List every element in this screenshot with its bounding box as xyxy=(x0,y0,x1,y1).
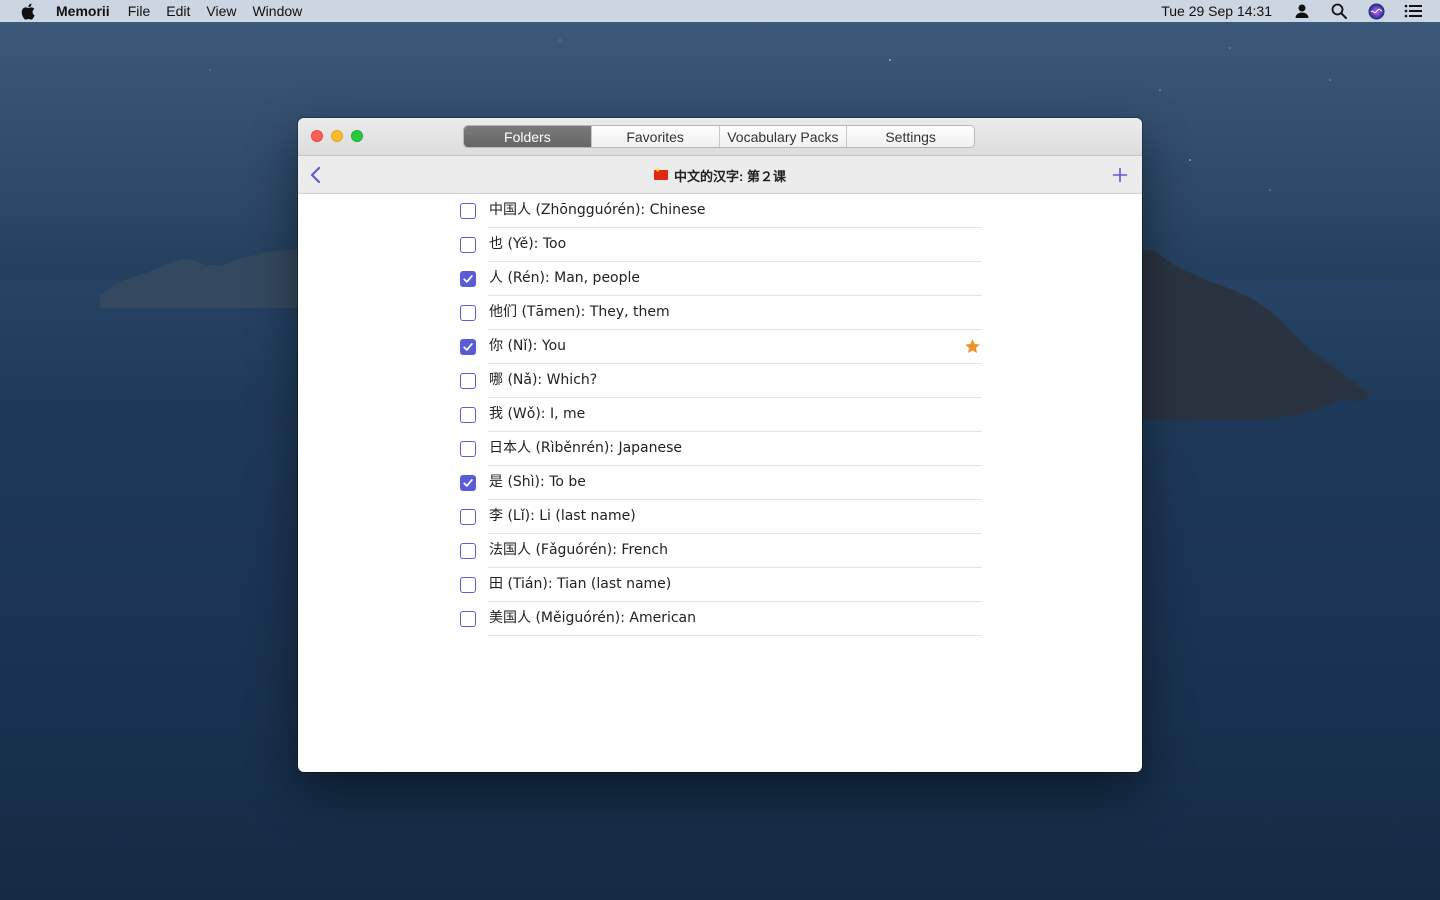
vocab-checkbox[interactable] xyxy=(460,203,476,219)
vocab-checkbox[interactable] xyxy=(460,237,476,253)
vocab-checkbox[interactable] xyxy=(460,271,476,287)
vocab-checkbox[interactable] xyxy=(460,611,476,627)
vocab-row[interactable]: 我 (Wǒ): I, me xyxy=(298,398,1142,432)
vocab-label: 哪 (Nǎ): Which? xyxy=(489,372,598,388)
vocab-row[interactable]: 田 (Tián): Tian (last name) xyxy=(298,568,1142,602)
vocab-label: 我 (Wǒ): I, me xyxy=(489,406,586,422)
user-icon[interactable] xyxy=(1292,1,1312,21)
vocab-row[interactable]: 也 (Yě): Too xyxy=(298,228,1142,262)
vocab-checkbox[interactable] xyxy=(460,509,476,525)
folder-title-text: 中文的汉字: 第２课 xyxy=(674,168,786,184)
vocab-row[interactable]: 人 (Rén): Man, people xyxy=(298,262,1142,296)
vocab-row[interactable]: 李 (Lǐ): Li (last name) xyxy=(298,500,1142,534)
vocab-row[interactable]: 你 (Nǐ): You xyxy=(298,330,1142,364)
vocab-label: 他们 (Tāmen): They, them xyxy=(489,304,670,320)
vocab-checkbox[interactable] xyxy=(460,339,476,355)
edit-menu[interactable]: Edit xyxy=(166,0,190,22)
vocab-row[interactable]: 中国人 (Zhōngguórén): Chinese xyxy=(298,194,1142,228)
tab-vocabulary-packs[interactable]: Vocabulary Packs xyxy=(719,126,848,147)
vocab-checkbox[interactable] xyxy=(460,373,476,389)
file-menu[interactable]: File xyxy=(128,0,151,22)
siri-icon[interactable] xyxy=(1366,1,1386,21)
favorite-star-icon[interactable] xyxy=(964,338,981,355)
navigation-bar: 中文的汉字: 第２课 xyxy=(298,156,1142,194)
apple-menu-icon[interactable] xyxy=(18,1,38,21)
window-menu[interactable]: Window xyxy=(252,0,302,22)
vocab-checkbox[interactable] xyxy=(460,475,476,491)
title-bar[interactable]: Folders Favorites Vocabulary Packs Setti… xyxy=(298,118,1142,156)
china-flag-icon xyxy=(654,167,669,180)
vocab-label: 中国人 (Zhōngguórén): Chinese xyxy=(489,202,706,218)
vocab-label: 是 (Shì): To be xyxy=(489,474,586,490)
vocab-checkbox[interactable] xyxy=(460,305,476,321)
minimize-window-button[interactable] xyxy=(331,130,343,142)
vocab-row[interactable]: 他们 (Tāmen): They, them xyxy=(298,296,1142,330)
vocab-checkbox[interactable] xyxy=(460,543,476,559)
app-window: Folders Favorites Vocabulary Packs Setti… xyxy=(298,118,1142,772)
menu-clock[interactable]: Tue 29 Sep 14:31 xyxy=(1161,3,1272,19)
vocab-checkbox[interactable] xyxy=(460,577,476,593)
menu-bar: Memorii File Edit View Window Tue 29 Sep… xyxy=(0,0,1440,22)
vocab-checkbox[interactable] xyxy=(460,407,476,423)
tab-settings[interactable]: Settings xyxy=(847,126,974,147)
vocab-row[interactable]: 美国人 (Měiguórén): American xyxy=(298,602,1142,636)
zoom-window-button[interactable] xyxy=(351,130,363,142)
spotlight-search-icon[interactable] xyxy=(1329,1,1349,21)
app-menu[interactable]: Memorii xyxy=(56,0,110,22)
view-menu[interactable]: View xyxy=(206,0,236,22)
close-window-button[interactable] xyxy=(311,130,323,142)
main-tab-segmented-control: Folders Favorites Vocabulary Packs Setti… xyxy=(463,125,975,148)
vocab-label: 日本人 (Rìběnrén): Japanese xyxy=(489,440,683,456)
row-divider xyxy=(488,635,982,636)
tab-folders[interactable]: Folders xyxy=(464,126,592,147)
vocab-row[interactable]: 日本人 (Rìběnrén): Japanese xyxy=(298,432,1142,466)
island-left xyxy=(100,248,320,308)
vocab-checkbox[interactable] xyxy=(460,441,476,457)
vocab-label: 人 (Rén): Man, people xyxy=(489,270,641,286)
vocab-label: 田 (Tián): Tian (last name) xyxy=(489,576,672,592)
vocab-label: 李 (Lǐ): Li (last name) xyxy=(489,508,636,524)
control-center-icon[interactable] xyxy=(1403,1,1423,21)
vocab-label: 你 (Nǐ): You xyxy=(489,338,567,354)
vocab-row[interactable]: 哪 (Nǎ): Which? xyxy=(298,364,1142,398)
folder-title: 中文的汉字: 第２课 xyxy=(298,156,1142,194)
vocabulary-list: 中国人 (Zhōngguórén): Chinese 也 (Yě): Too 人 (… xyxy=(298,194,1142,636)
vocab-label: 也 (Yě): Too xyxy=(489,236,567,252)
add-plus-icon[interactable] xyxy=(1110,165,1130,185)
vocab-row[interactable]: 是 (Shì): To be xyxy=(298,466,1142,500)
vocab-label: 美国人 (Měiguórén): American xyxy=(489,610,697,626)
vocab-row[interactable]: 法国人 (Fǎguórén): French xyxy=(298,534,1142,568)
vocab-label: 法国人 (Fǎguórén): French xyxy=(489,542,668,558)
tab-favorites[interactable]: Favorites xyxy=(591,126,720,147)
